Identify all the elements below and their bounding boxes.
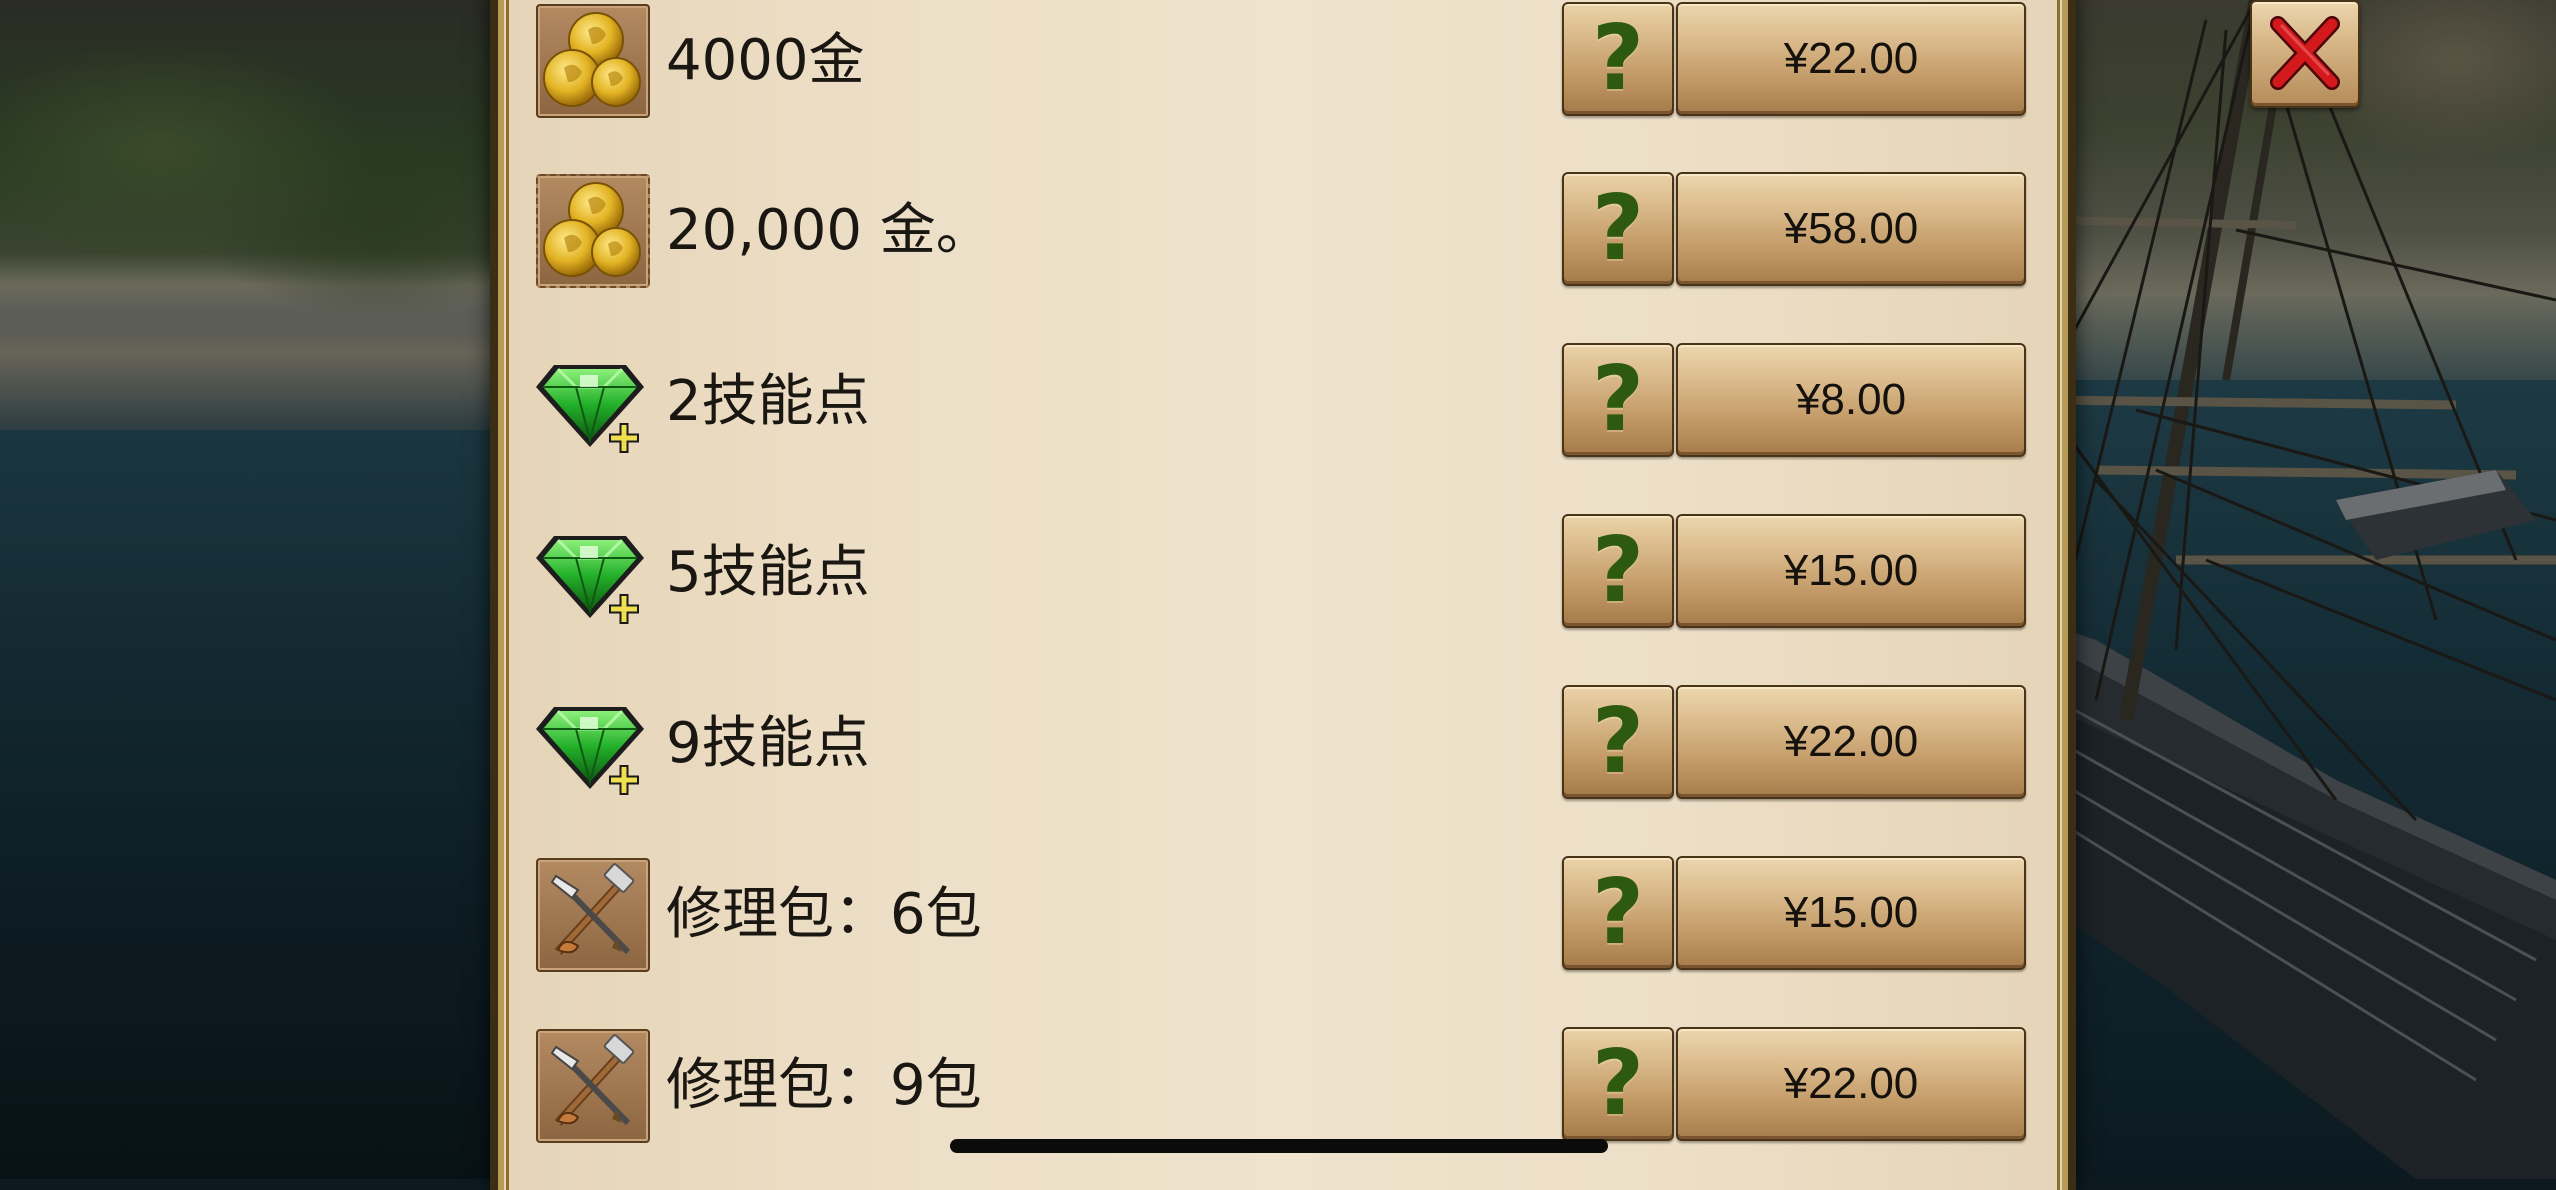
close-x-icon — [2270, 16, 2340, 90]
item-info-button[interactable]: ? — [1562, 172, 1674, 286]
item-label: 修理包：6包 — [666, 882, 982, 947]
item-info-button[interactable]: ? — [1562, 2, 1674, 116]
emerald-plus-icon — [536, 345, 650, 459]
repair-tools-icon — [536, 858, 650, 972]
shop-item-row: 4000金 ? ¥22.00 — [536, 2, 2026, 120]
gold-coins-icon — [536, 4, 650, 118]
item-label: 2技能点 — [666, 369, 870, 434]
item-info-button[interactable]: ? — [1562, 343, 1674, 457]
shop-item-row: 5技能点 ? ¥15.00 — [536, 514, 2026, 632]
item-label: 9技能点 — [666, 711, 870, 776]
item-info-button[interactable]: ? — [1562, 685, 1674, 799]
shop-item-row: 修理包：9包 ? ¥22.00 — [536, 1027, 2026, 1145]
buy-price-button[interactable]: ¥8.00 — [1676, 343, 2026, 457]
panel-border-right — [2057, 0, 2060, 1190]
home-indicator[interactable] — [950, 1139, 1608, 1153]
item-info-button[interactable]: ? — [1562, 1027, 1674, 1141]
item-label: 20,000 金。 — [666, 198, 992, 263]
item-info-button[interactable]: ? — [1562, 856, 1674, 970]
repair-tools-icon — [536, 1029, 650, 1143]
buy-price-button[interactable]: ¥22.00 — [1676, 2, 2026, 116]
item-label: 4000金 — [666, 28, 865, 93]
emerald-plus-icon — [536, 516, 650, 630]
gold-coins-icon — [536, 174, 650, 288]
close-button[interactable] — [2250, 0, 2360, 108]
buy-price-button[interactable]: ¥58.00 — [1676, 172, 2026, 286]
sailing-ship — [2036, 0, 2556, 1179]
shop-item-row: 2技能点 ? ¥8.00 — [536, 343, 2026, 461]
buy-price-button[interactable]: ¥15.00 — [1676, 856, 2026, 970]
item-label: 5技能点 — [666, 540, 870, 605]
beach-left — [0, 300, 520, 450]
buy-price-button[interactable]: ¥22.00 — [1676, 1027, 2026, 1141]
panel-border-left — [506, 0, 509, 1190]
sea-left — [0, 430, 520, 1179]
buy-price-button[interactable]: ¥15.00 — [1676, 514, 2026, 628]
item-label: 修理包：9包 — [666, 1053, 982, 1118]
shop-item-row: 修理包：6包 ? ¥15.00 — [536, 856, 2026, 974]
buy-price-button[interactable]: ¥22.00 — [1676, 685, 2026, 799]
item-info-button[interactable]: ? — [1562, 514, 1674, 628]
emerald-plus-icon — [536, 687, 650, 801]
shop-item-row: 20,000 金。 ? ¥58.00 — [536, 172, 2026, 290]
shop-item-row: 9技能点 ? ¥22.00 — [536, 685, 2026, 803]
